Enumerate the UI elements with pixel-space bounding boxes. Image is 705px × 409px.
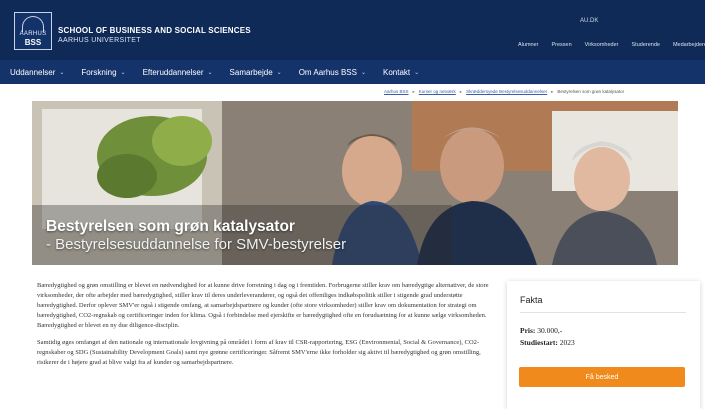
chevron-down-icon: ⌄ (120, 69, 126, 76)
chevron-down-icon: ⌄ (414, 69, 420, 76)
breadcrumb-link-bestyrelsesuddannelser[interactable]: Skræddersyede Bestyrelsesuddannelser (466, 89, 547, 97)
nav-item-efteruddannelser[interactable]: Efteruddannelser ⌄ (143, 68, 213, 77)
logo-top-text: AARHUS (19, 31, 47, 37)
article-paragraph-2: Samtidig øges omfanget af den nationale … (37, 339, 481, 366)
breadcrumb-current: Bestyrelsen som grøn katalysator (557, 89, 625, 94)
breadcrumb-separator-icon: ▸ (412, 89, 415, 94)
top-link-medarbejdere[interactable]: Medarbejdere (673, 42, 705, 52)
hero-subtitle: - Bestyrelsesuddannelse for SMV-bestyrel… (46, 236, 347, 253)
facts-start: Studiestart: 2023 (520, 338, 575, 347)
hero-title: Bestyrelsen som grøn katalysator (46, 218, 295, 235)
breadcrumb-link-aarhus-bss[interactable]: Aarhus BSS (384, 89, 409, 97)
main-navigation: Uddannelser ⌄ Forskning ⌄ Efteruddannels… (0, 60, 705, 84)
site-header: AARHUS BSS SCHOOL OF BUSINESS AND SOCIAL… (0, 0, 705, 60)
logo-bss-text: BSS (24, 38, 42, 47)
facts-divider (520, 312, 686, 313)
chevron-down-icon: ⌄ (207, 69, 213, 76)
nav-item-forskning[interactable]: Forskning ⌄ (81, 68, 125, 77)
chevron-down-icon: ⌄ (59, 69, 65, 76)
nav-item-label: Kontakt (382, 67, 411, 77)
nav-item-uddannelser[interactable]: Uddannelser ⌄ (10, 68, 64, 77)
article-body: Bæredygtighed og grøn omstilling er blev… (37, 281, 497, 375)
nav-item-samarbejde[interactable]: Samarbejde ⌄ (230, 68, 282, 77)
top-link-studerende[interactable]: Studerende (632, 42, 660, 52)
facts-price: Pris: 30.000,- (520, 326, 562, 335)
facts-title: Fakta (520, 295, 543, 305)
breadcrumb: Aarhus BSS ▸ Kurser og netværk ▸ Skrædde… (384, 89, 624, 97)
university-name[interactable]: AARHUS UNIVERSITET (58, 37, 141, 44)
chevron-down-icon: ⌄ (360, 69, 366, 76)
breadcrumb-link-kurser[interactable]: Kurser og netværk (419, 89, 456, 97)
top-link-pressen[interactable]: Pressen (551, 42, 571, 52)
notify-me-button[interactable]: Få besked (519, 367, 685, 387)
article-paragraph-1: Bæredygtighed og grøn omstilling er blev… (37, 282, 489, 329)
breadcrumb-separator-icon: ▸ (459, 89, 463, 94)
aarhus-bss-logo[interactable]: AARHUS BSS (14, 12, 52, 50)
price-label: Pris: (520, 326, 536, 335)
start-label: Studiestart: (520, 338, 558, 347)
seal-icon (22, 16, 44, 32)
hero-banner: Bestyrelsen som grøn katalysator - Besty… (32, 101, 678, 265)
nav-item-kontakt[interactable]: Kontakt ⌄ (383, 68, 419, 77)
nav-item-label: Om Aarhus BSS (298, 67, 357, 77)
breadcrumb-separator-icon: ▸ (551, 89, 554, 94)
facts-box: Fakta Pris: 30.000,- Studiestart: 2023 F… (507, 281, 700, 409)
top-link-virksomheder[interactable]: Virksomheder (585, 42, 619, 52)
au-dk-link[interactable]: AU.DK (580, 18, 598, 24)
price-value: 30.000,- (537, 326, 563, 335)
top-link-alumner[interactable]: Alumner (518, 42, 538, 52)
nav-item-om-aarhus-bss[interactable]: Om Aarhus BSS ⌄ (299, 68, 366, 77)
start-value: 2023 (559, 338, 575, 347)
top-links: Alumner Pressen Virksomheder Studerende … (518, 42, 705, 52)
chevron-down-icon: ⌄ (276, 69, 282, 76)
nav-item-label: Forskning (81, 67, 117, 77)
school-name[interactable]: SCHOOL OF BUSINESS AND SOCIAL SCIENCES (58, 26, 251, 35)
nav-item-label: Samarbejde (229, 67, 273, 77)
nav-item-label: Uddannelser (10, 67, 56, 77)
nav-item-label: Efteruddannelser (142, 67, 204, 77)
